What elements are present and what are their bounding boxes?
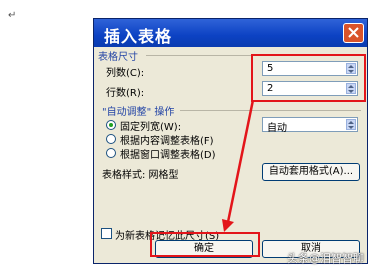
watermark: 头条@泪智智聊 [287, 252, 364, 265]
annotation-arrow [222, 99, 255, 232]
